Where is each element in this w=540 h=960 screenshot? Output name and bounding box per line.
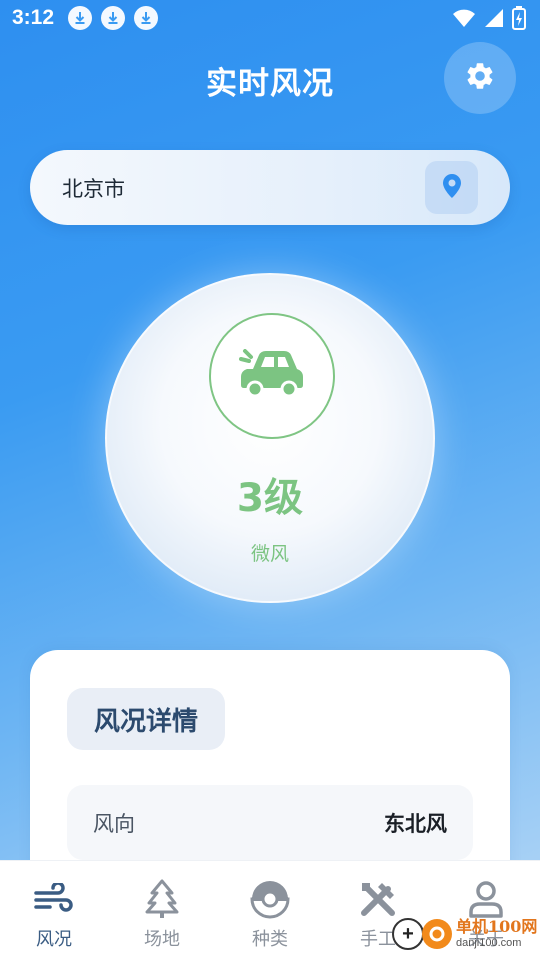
details-title: 风况详情 (67, 688, 225, 750)
nav-label: 手工 (360, 929, 396, 950)
nav-item-types[interactable]: 种类 (216, 861, 324, 960)
nav-label: 风况 (36, 929, 72, 950)
detail-value: 东北风 (384, 811, 447, 836)
status-indicators (452, 6, 526, 34)
wind-level-description: 微风 (250, 543, 289, 565)
detail-label: 风向 (93, 811, 135, 836)
wind-icon (34, 879, 74, 919)
battery-charging-icon (512, 6, 526, 34)
nav-label: 场地 (144, 929, 180, 950)
wifi-icon (452, 8, 476, 32)
watermark-circle-icon (422, 919, 452, 949)
status-bar: 3:12 (0, 0, 540, 36)
download-icon (68, 6, 93, 30)
watermark-name: 单机100网 (456, 917, 538, 936)
watermark-url: danji100.com (456, 937, 522, 949)
wind-level-badge (209, 313, 335, 439)
download-icon (134, 6, 159, 30)
watermark-plus-icon: + (392, 918, 424, 950)
gear-icon (464, 60, 496, 96)
nav-label: 种类 (252, 929, 288, 950)
pokeball-icon (250, 879, 290, 919)
download-icon (101, 6, 126, 30)
location-pin-icon (441, 173, 463, 203)
watermark: + 单机100网 danji100.com (392, 908, 540, 960)
detail-row-wind-direction: 风向 东北风 (67, 785, 473, 860)
nav-item-venue[interactable]: 场地 (108, 861, 216, 960)
tree-icon (142, 879, 182, 919)
signal-icon (484, 8, 504, 32)
location-button[interactable] (425, 161, 478, 214)
car-icon (239, 349, 305, 403)
settings-button[interactable] (444, 42, 516, 114)
status-time: 3:12 (12, 6, 55, 29)
nav-item-wind[interactable]: 风况 (0, 861, 108, 960)
watermark-text: 单机100网 danji100.com (456, 919, 537, 949)
wind-level-value: 3级 (236, 476, 304, 521)
wind-level-circle: 3级 微风 (105, 273, 435, 603)
city-name[interactable]: 北京市 (62, 173, 125, 203)
city-search-bar[interactable]: 北京市 (30, 150, 510, 225)
